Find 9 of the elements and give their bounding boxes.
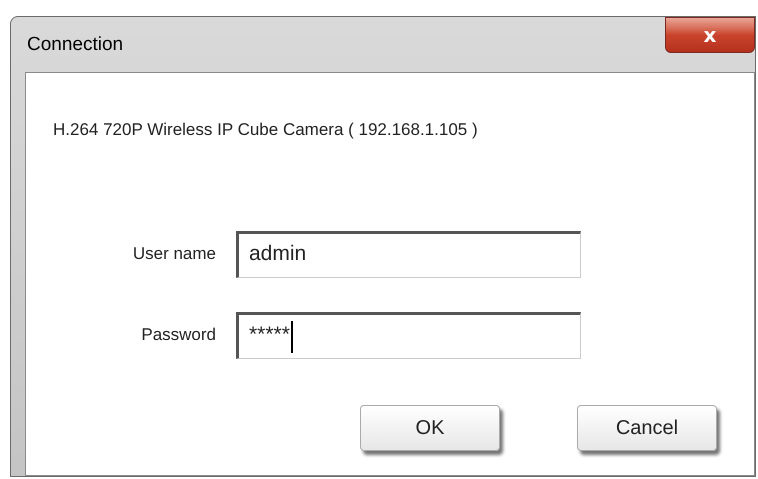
close-button[interactable]: x (665, 17, 755, 53)
input-field[interactable]: ***** (236, 312, 581, 358)
ok-button[interactable]: OK (360, 404, 500, 450)
field-label: User name (132, 243, 217, 266)
field-label: Password (140, 324, 217, 346)
cancel-button[interactable]: Cancel (577, 404, 717, 450)
camera-title: H.264 720P Wireless IP Cube Camera ( 192.168.1.105 ) (53, 119, 479, 141)
window-title: Connection (27, 33, 124, 57)
input-field[interactable]: admin (236, 230, 581, 278)
